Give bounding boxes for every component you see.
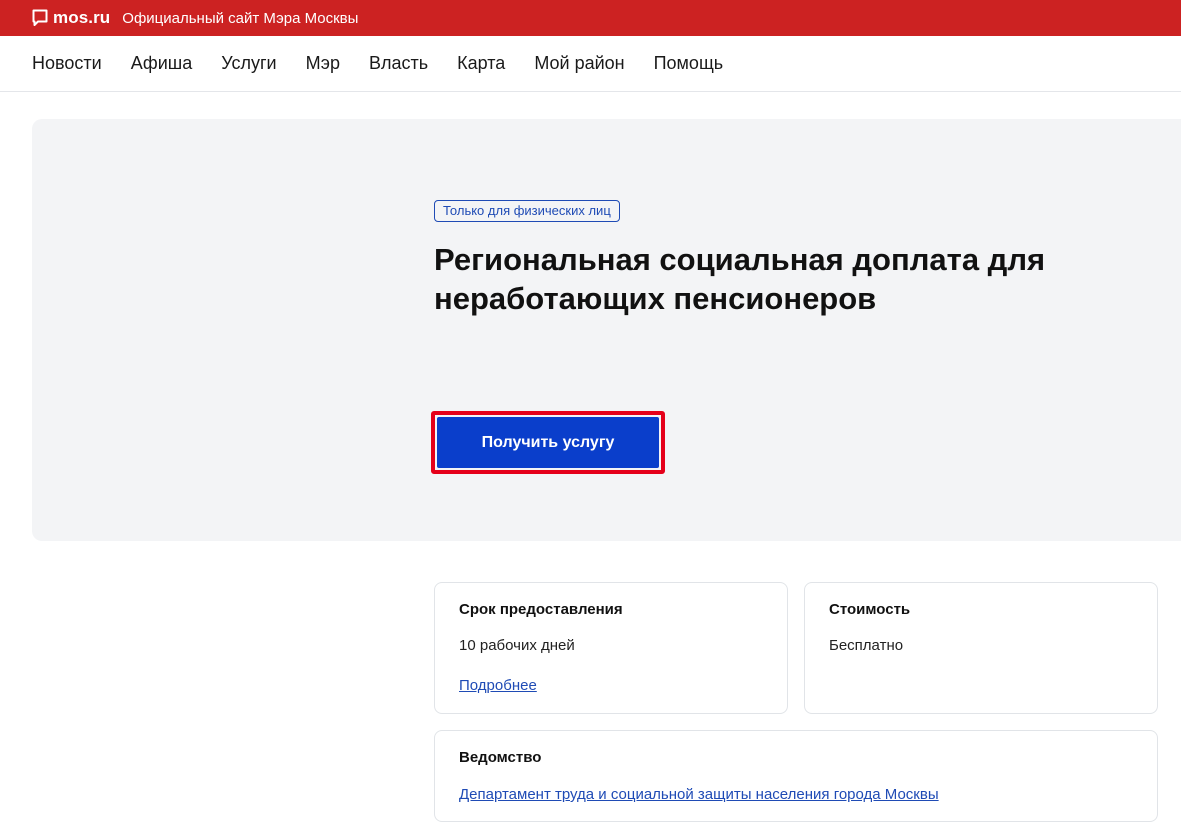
- cost-card-title: Стоимость: [829, 601, 911, 618]
- term-card-value: 10 рабочих дней: [459, 637, 575, 654]
- cost-card-value: Бесплатно: [829, 637, 904, 654]
- department-card: Ведомство Департамент труда и социальной…: [434, 730, 1158, 822]
- department-card-title: Ведомство: [459, 749, 542, 766]
- nav-item-mayor[interactable]: Мэр: [306, 53, 340, 74]
- get-service-button[interactable]: Получить услугу: [437, 417, 659, 468]
- term-card-title: Срок предоставления: [459, 601, 623, 618]
- nav-item-map[interactable]: Карта: [457, 53, 505, 74]
- site-subtitle: Официальный сайт Мэра Москвы: [122, 9, 359, 27]
- speech-bubble-icon[interactable]: [32, 9, 48, 27]
- top-bar: mos.ru Официальный сайт Мэра Москвы: [0, 0, 1181, 36]
- nav-item-help[interactable]: Помощь: [654, 53, 724, 74]
- nav-item-my-district[interactable]: Мой район: [534, 53, 624, 74]
- nav-item-afisha[interactable]: Афиша: [131, 53, 193, 74]
- term-card: Срок предоставления 10 рабочих дней Подр…: [434, 582, 788, 714]
- term-more-link[interactable]: Подробнее: [459, 677, 537, 694]
- audience-badge: Только для физических лиц: [434, 200, 620, 222]
- cost-card: Стоимость Бесплатно: [804, 582, 1158, 714]
- nav-item-government[interactable]: Власть: [369, 53, 428, 74]
- logo-text[interactable]: mos.ru: [53, 8, 110, 28]
- service-hero-panel: [32, 119, 1181, 541]
- department-link[interactable]: Департамент труда и социальной защиты на…: [459, 786, 939, 803]
- main-nav: Новости Афиша Услуги Мэр Власть Карта Мо…: [0, 36, 1181, 92]
- page-title: Региональная социальная доплата для нера…: [434, 242, 1046, 316]
- nav-item-news[interactable]: Новости: [32, 53, 102, 74]
- nav-item-services[interactable]: Услуги: [221, 53, 276, 74]
